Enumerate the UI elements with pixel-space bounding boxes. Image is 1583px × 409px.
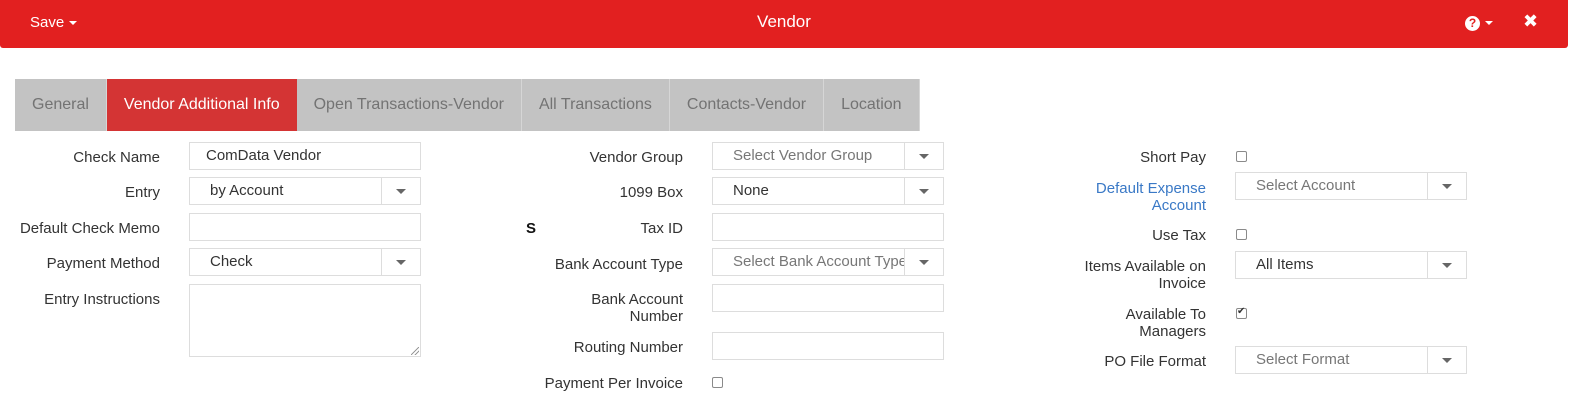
default-check-memo-input[interactable] — [189, 213, 421, 241]
routing-number-input[interactable] — [712, 332, 944, 360]
tab-contacts-vendor[interactable]: Contacts-Vendor — [669, 79, 825, 131]
bank-account-type-label: Bank Account Type — [554, 256, 683, 273]
tab-bar: General Vendor Additional Info Open Tran… — [15, 79, 920, 131]
chevron-down-icon[interactable] — [381, 249, 420, 275]
bank-account-type-placeholder: Select Bank Account Type — [733, 253, 908, 270]
chevron-down-icon[interactable] — [1427, 347, 1466, 373]
short-pay-label: Short Pay — [1140, 149, 1206, 166]
available-to-managers-checkbox[interactable] — [1236, 306, 1247, 319]
chevron-down-icon[interactable] — [1427, 252, 1466, 278]
header-bar: Save Vendor ? ✖ — [0, 0, 1568, 48]
entry-label: Entry — [124, 184, 160, 201]
payment-method-value: Check — [210, 253, 253, 270]
chevron-down-icon[interactable] — [1427, 173, 1466, 199]
check-name-input[interactable]: ComData Vendor — [189, 142, 421, 170]
bank-account-number-input[interactable] — [712, 284, 944, 312]
tab-open-transactions-vendor[interactable]: Open Transactions-Vendor — [296, 79, 522, 131]
default-expense-account-select[interactable]: Select Account — [1235, 172, 1467, 200]
available-to-managers-label: Available To Managers — [1125, 306, 1206, 340]
items-available-label: Items Available on Invoice — [1084, 258, 1206, 292]
resize-grip-icon[interactable] — [411, 347, 419, 355]
bank-account-number-label: Bank Account Number — [591, 291, 683, 325]
close-icon[interactable]: ✖ — [1523, 11, 1538, 32]
question-circle-icon: ? — [1465, 15, 1480, 31]
chevron-down-icon[interactable] — [904, 143, 943, 169]
check-name-label: Check Name — [73, 149, 160, 166]
bank-account-type-select[interactable]: Select Bank Account Type — [712, 248, 944, 276]
default-expense-account-placeholder: Select Account — [1256, 177, 1356, 194]
payment-per-invoice-label: Payment Per Invoice — [544, 375, 683, 392]
box-1099-select[interactable]: None — [712, 177, 944, 205]
po-file-format-select[interactable]: Select Format — [1235, 346, 1467, 374]
entry-instructions-label: Entry Instructions — [44, 291, 160, 308]
chevron-down-icon[interactable] — [904, 178, 943, 204]
items-available-select[interactable]: All Items — [1235, 251, 1467, 279]
chevron-down-icon — [1485, 21, 1493, 26]
short-pay-checkbox[interactable] — [1236, 151, 1247, 162]
entry-value: by Account — [210, 182, 284, 199]
tax-id-input[interactable] — [712, 213, 944, 241]
chevron-down-icon[interactable] — [904, 249, 943, 275]
payment-method-select[interactable]: Check — [189, 248, 421, 276]
default-expense-account-label[interactable]: Default Expense Account — [1080, 180, 1206, 214]
entry-select[interactable]: by Account — [189, 177, 421, 205]
help-menu-button[interactable]: ? — [1465, 14, 1493, 31]
page-title: Vendor — [757, 12, 811, 31]
tab-vendor-additional-info[interactable]: Vendor Additional Info — [106, 79, 297, 131]
po-file-format-label: PO File Format — [1104, 353, 1206, 370]
box-1099-label: 1099 Box — [619, 184, 683, 201]
vendor-group-placeholder: Select Vendor Group — [733, 147, 873, 164]
payment-per-invoice-checkbox[interactable] — [712, 377, 723, 388]
use-tax-checkbox[interactable] — [1236, 229, 1247, 240]
tab-general[interactable]: General — [15, 79, 107, 131]
chevron-down-icon[interactable] — [381, 178, 420, 204]
tax-id-label: Tax ID — [640, 220, 683, 237]
po-file-format-placeholder: Select Format — [1256, 351, 1350, 368]
default-check-memo-label: Default Check Memo — [19, 220, 160, 237]
box-1099-value: None — [733, 182, 769, 199]
routing-number-label: Routing Number — [573, 339, 683, 356]
payment-method-label: Payment Method — [46, 255, 160, 272]
items-available-value: All Items — [1256, 256, 1314, 273]
vendor-group-select[interactable]: Select Vendor Group — [712, 142, 944, 170]
tab-location[interactable]: Location — [824, 79, 920, 131]
tab-all-transactions[interactable]: All Transactions — [521, 79, 670, 131]
entry-instructions-textarea[interactable] — [189, 284, 421, 357]
vendor-group-label: Vendor Group — [589, 149, 683, 166]
use-tax-label: Use Tax — [1152, 227, 1206, 244]
